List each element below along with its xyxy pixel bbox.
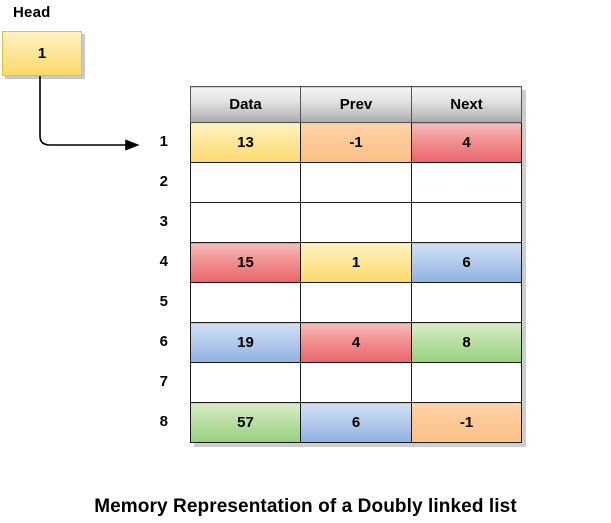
figure-caption: Memory Representation of a Doubly linked… <box>94 496 517 517</box>
table-row: 15 1 6 <box>190 242 522 283</box>
cell-next-4: 6 <box>411 242 522 283</box>
cell-prev-7 <box>300 362 412 403</box>
row-index-2: 2 <box>159 173 168 190</box>
memory-table: Data Prev Next 13 -1 4 15 1 6 19 4 8 57 … <box>190 86 522 443</box>
head-label: Head <box>13 4 51 21</box>
table-row <box>190 162 522 203</box>
row-index-1: 1 <box>159 133 168 150</box>
cell-data-8: 57 <box>190 402 301 443</box>
cell-next-2 <box>411 162 522 203</box>
column-header-data: Data <box>190 86 301 123</box>
table-row: 57 6 -1 <box>190 402 522 443</box>
cell-data-4: 15 <box>190 242 301 283</box>
row-index-6: 6 <box>159 333 168 350</box>
cell-prev-4: 1 <box>300 242 412 283</box>
cell-data-2 <box>190 162 301 203</box>
row-index-8: 8 <box>159 413 168 430</box>
cell-data-5 <box>190 282 301 323</box>
column-header-prev: Prev <box>300 86 412 123</box>
column-header-next: Next <box>411 86 522 123</box>
table-row <box>190 362 522 403</box>
cell-next-1: 4 <box>411 122 522 163</box>
cell-prev-1: -1 <box>300 122 412 163</box>
table-row: 13 -1 4 <box>190 122 522 163</box>
cell-next-3 <box>411 202 522 243</box>
cell-next-7 <box>411 362 522 403</box>
cell-data-6: 19 <box>190 322 301 363</box>
cell-next-5 <box>411 282 522 323</box>
row-index-4: 4 <box>159 253 168 270</box>
cell-next-6: 8 <box>411 322 522 363</box>
cell-prev-5 <box>300 282 412 323</box>
table-row <box>190 282 522 323</box>
table-row <box>190 202 522 243</box>
head-node-value: 1 <box>37 45 47 62</box>
cell-prev-8: 6 <box>300 402 412 443</box>
row-index-5: 5 <box>159 293 168 310</box>
cell-next-8: -1 <box>411 402 522 443</box>
row-index-7: 7 <box>159 373 168 390</box>
cell-data-1: 13 <box>190 122 301 163</box>
cell-data-3 <box>190 202 301 243</box>
table-row: 19 4 8 <box>190 322 522 363</box>
cell-prev-3 <box>300 202 412 243</box>
row-index-3: 3 <box>159 213 168 230</box>
table-header-row: Data Prev Next <box>190 86 522 123</box>
cell-prev-2 <box>300 162 412 203</box>
cell-prev-6: 4 <box>300 322 412 363</box>
cell-data-7 <box>190 362 301 403</box>
